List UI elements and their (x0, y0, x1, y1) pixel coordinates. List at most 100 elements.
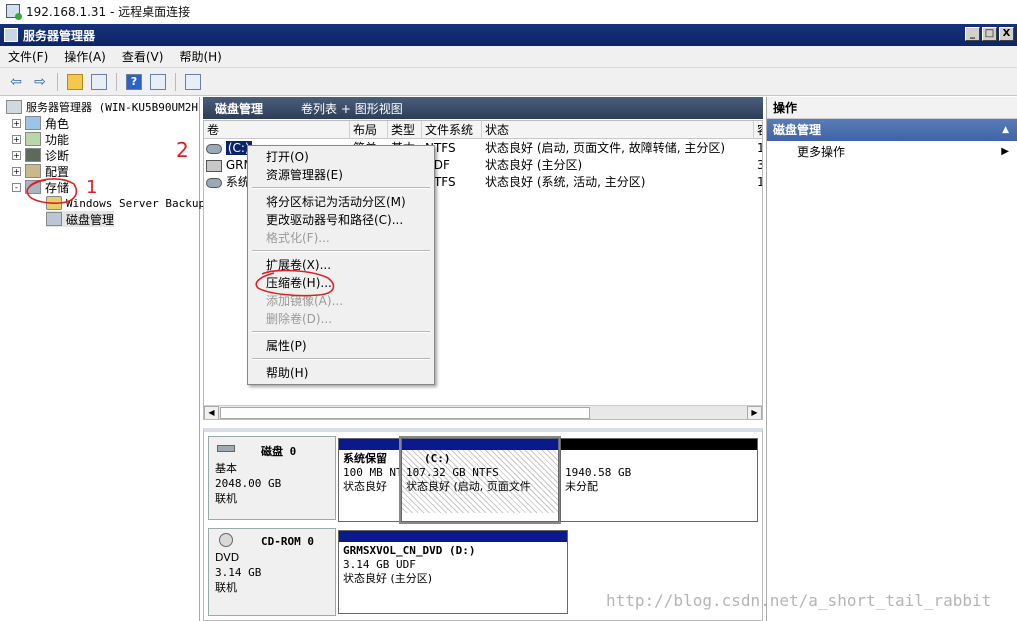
partition-detail: 1940.58 GB (565, 466, 632, 479)
menu-separator (252, 358, 430, 360)
disk-0-info[interactable]: 磁盘 0 基本 2048.00 GB 联机 (208, 436, 336, 520)
tree-item-features[interactable]: + 功能 (12, 131, 69, 147)
folder-up-icon (67, 73, 83, 90)
partition-status: 未分配 (565, 480, 598, 493)
diagnostics-icon (25, 148, 41, 162)
tree-label: Windows Server Backup (66, 196, 206, 210)
menu-item-shrink-volume[interactable]: 压缩卷(H)... (266, 275, 332, 292)
partition-name: 系统保留 (343, 452, 387, 465)
menu-item-explorer[interactable]: 资源管理器(E) (266, 167, 343, 184)
actions-section-disk-management[interactable]: 磁盘管理 ▲ (767, 119, 1017, 141)
collapse-icon[interactable]: ▲ (1002, 119, 1009, 141)
tree-item-configuration[interactable]: + 配置 (12, 163, 69, 179)
tree-item-server-manager[interactable]: 服务器管理器 (WIN-KU5B90UM2H (6, 99, 198, 115)
scroll-right-icon[interactable]: ▶ (747, 406, 762, 419)
actions-pane: 操作 磁盘管理 ▲ 更多操作 ▶ (766, 97, 1017, 621)
tree-item-storage[interactable]: - 存储 (12, 179, 69, 195)
column-volume[interactable]: 卷 (204, 121, 350, 139)
menu-separator (252, 187, 430, 189)
disk-kind: 基本 (215, 462, 237, 475)
pane-title: 磁盘管理 (215, 101, 264, 116)
volume-capacity: 3 (754, 157, 762, 174)
remote-desktop-icon (6, 4, 22, 20)
console-tree: 服务器管理器 (WIN-KU5B90UM2H + 角色 + 功能 + 诊断 + … (0, 97, 205, 621)
collapse-icon[interactable]: - (12, 182, 21, 192)
menu-item-open[interactable]: 打开(O) (266, 149, 309, 166)
properties-icon (185, 73, 201, 90)
column-status[interactable]: 状态 (482, 121, 754, 139)
more-actions-item[interactable]: 更多操作 ▶ (767, 141, 1017, 163)
section-label: 磁盘管理 (773, 123, 822, 137)
partition-status: 状态良好 (主分区) (343, 572, 433, 585)
properties-button[interactable] (183, 72, 203, 92)
scroll-thumb[interactable] (220, 407, 590, 419)
minimize-button[interactable]: _ (965, 27, 980, 41)
volume-capacity: 1 (754, 140, 762, 157)
column-capacity[interactable]: 容 (754, 121, 762, 139)
column-filesystem[interactable]: 文件系统 (422, 121, 482, 139)
menu-item-change-letter[interactable]: 更改驱动器号和路径(C)... (266, 212, 403, 229)
partition-system-reserved[interactable]: 系统保留 100 MB NTFS 状态良好 (338, 438, 400, 522)
console-tree-icon (91, 73, 107, 90)
show-action-pane-button[interactable] (148, 72, 168, 92)
tree-item-windows-server-backup[interactable]: Windows Server Backup (46, 195, 205, 211)
tree-item-diagnostics[interactable]: + 诊断 (12, 147, 69, 163)
scroll-left-icon[interactable]: ◀ (204, 406, 219, 419)
cd-drive-icon (219, 533, 233, 547)
partition-bar (561, 439, 757, 450)
rdp-titlebar: 192.168.1.31 - 远程桌面连接 (0, 0, 1017, 22)
partition-unallocated[interactable]: 1940.58 GB 未分配 (560, 438, 758, 522)
menu-item-help[interactable]: 帮助(H) (266, 365, 308, 382)
rdp-title: 192.168.1.31 - 远程桌面连接 (26, 4, 191, 19)
disk-name: 磁盘 0 (261, 445, 297, 458)
hard-disk-icon (217, 445, 235, 452)
column-layout[interactable]: 布局 (350, 121, 388, 139)
expand-icon[interactable]: + (12, 150, 21, 160)
column-type[interactable]: 类型 (388, 121, 422, 139)
back-button[interactable]: ⇦ (6, 72, 26, 92)
menu-help[interactable]: 帮助(H) (179, 48, 221, 65)
tree-item-roles[interactable]: + 角色 (12, 115, 69, 131)
volume-status: 状态良好 (主分区) (485, 158, 583, 172)
server-manager-icon (4, 28, 18, 42)
forward-button[interactable]: ⇨ (30, 72, 50, 92)
partition-d[interactable]: GRMSXVOL_CN_DVD (D:) 3.14 GB UDF 状态良好 (主… (338, 530, 568, 614)
expand-icon[interactable]: + (12, 166, 21, 176)
roles-icon (25, 116, 41, 130)
menu-view[interactable]: 查看(V) (122, 48, 164, 65)
expand-icon[interactable]: + (12, 118, 21, 128)
expand-icon[interactable]: + (12, 134, 21, 144)
menu-item-extend-volume[interactable]: 扩展卷(X)... (266, 257, 331, 274)
menu-item-properties[interactable]: 属性(P) (266, 338, 307, 355)
help-button[interactable]: ? (124, 72, 144, 92)
disk-size: 3.14 GB (215, 566, 262, 579)
menu-file[interactable]: 文件(F) (8, 48, 48, 65)
menu-item-add-mirror: 添加镜像(A)... (266, 294, 344, 308)
cd-volume-icon (206, 159, 222, 172)
actions-header: 操作 (767, 97, 1017, 119)
forward-arrow-icon: ⇨ (34, 73, 46, 90)
close-button[interactable]: X (999, 27, 1014, 41)
disk-management-icon (46, 212, 62, 226)
menu-action[interactable]: 操作(A) (64, 48, 106, 65)
volume-icon (206, 177, 222, 188)
partition-bar (339, 531, 567, 542)
back-arrow-icon: ⇦ (10, 73, 22, 90)
show-hide-tree-button[interactable] (89, 72, 109, 92)
toolbar-separator (175, 72, 176, 91)
tree-item-disk-management[interactable]: 磁盘管理 (46, 211, 115, 227)
menu-item-mark-active[interactable]: 将分区标记为活动分区(M) (266, 194, 406, 211)
partition-detail: 3.14 GB UDF (343, 558, 416, 571)
cdrom-0-info[interactable]: CD-ROM 0 DVD 3.14 GB 联机 (208, 528, 336, 616)
horizontal-scrollbar[interactable]: ◀ ▶ (204, 405, 762, 419)
help-icon: ? (126, 73, 142, 90)
maximize-button[interactable]: □ (982, 27, 997, 41)
disk-kind: DVD (215, 551, 240, 564)
partition-c[interactable]: (C:) 107.32 GB NTFS 状态良好 (启动, 页面文件 (399, 436, 561, 524)
partition-name: (C:) (424, 452, 451, 465)
up-folder-button[interactable] (65, 72, 85, 92)
tree-label: 存储 (45, 180, 70, 195)
backup-icon (46, 196, 62, 210)
tree-label: 磁盘管理 (66, 212, 115, 227)
partition-status: 状态良好 (启动, 页面文件 (406, 480, 531, 493)
